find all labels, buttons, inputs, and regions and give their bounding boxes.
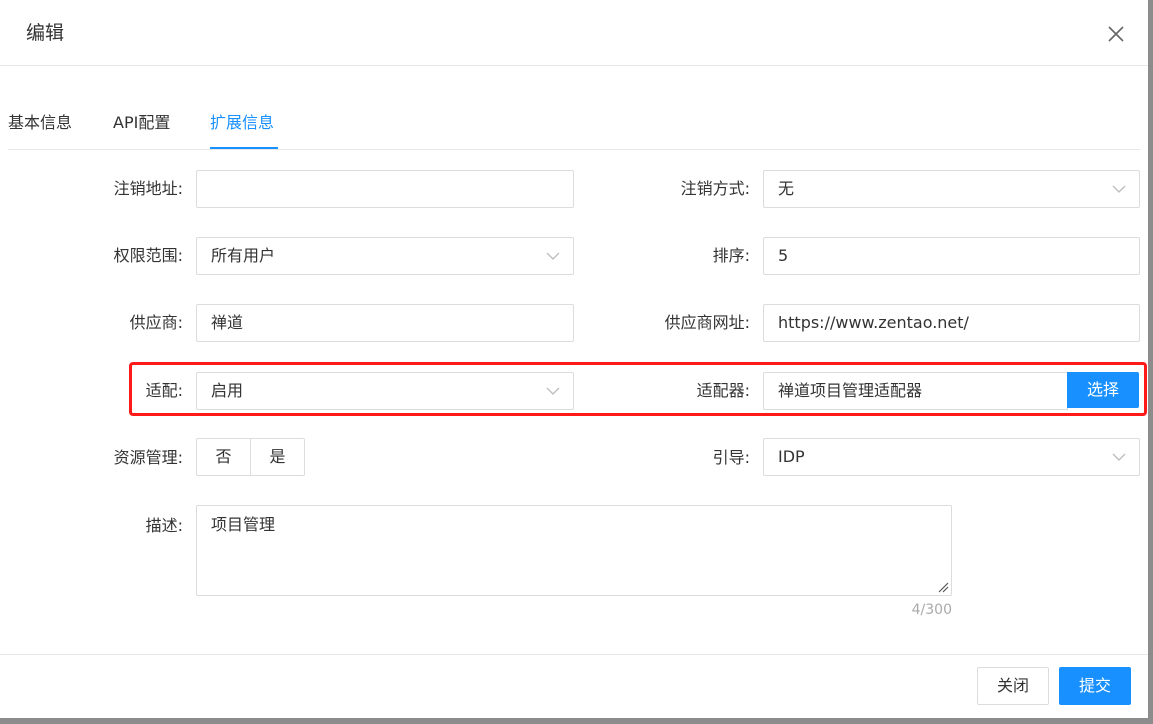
sort-input[interactable]: 5 xyxy=(763,237,1140,275)
close-button[interactable]: 关闭 xyxy=(977,667,1049,705)
tab-bar: 基本信息 API配置 扩展信息 xyxy=(8,100,1140,150)
vendor-input[interactable]: 禅道 xyxy=(196,304,574,342)
submit-button[interactable]: 提交 xyxy=(1059,667,1131,705)
footer-divider xyxy=(0,654,1148,655)
logout-method-label: 注销方式: xyxy=(680,179,750,198)
character-counter: 4/300 xyxy=(911,602,952,618)
sort-label: 排序: xyxy=(712,246,750,265)
guide-select[interactable]: IDP xyxy=(763,438,1140,476)
dialog-header: 编辑 xyxy=(0,0,1148,66)
vendor-url-label: 供应商网址: xyxy=(664,313,750,332)
description-value: 项目管理 xyxy=(211,515,276,534)
resource-management-label: 资源管理: xyxy=(113,448,183,467)
logout-url-label: 注销地址: xyxy=(113,179,183,198)
tab-basic-info[interactable]: 基本信息 xyxy=(8,112,72,134)
description-textarea[interactable]: 项目管理 xyxy=(196,505,952,596)
chevron-down-icon xyxy=(546,387,560,395)
close-icon[interactable] xyxy=(1104,22,1128,46)
chevron-down-icon xyxy=(546,252,560,260)
adapter-input[interactable]: 禅道项目管理适配器 xyxy=(763,372,1068,410)
description-label: 描述: xyxy=(145,516,183,535)
resource-management-no[interactable]: 否 xyxy=(196,438,251,476)
permission-scope-value: 所有用户 xyxy=(211,246,276,265)
chevron-down-icon xyxy=(1112,185,1126,193)
logout-url-input[interactable] xyxy=(196,170,574,208)
edit-dialog: 编辑 基本信息 API配置 扩展信息 注销地址: 注销方式: 无 权限范围: 所… xyxy=(0,0,1148,718)
adapt-label: 适配: xyxy=(145,381,183,400)
resize-handle-icon[interactable] xyxy=(937,581,949,593)
tab-extended-info[interactable]: 扩展信息 xyxy=(210,112,274,134)
dialog-title: 编辑 xyxy=(26,22,65,44)
chevron-down-icon xyxy=(1112,453,1126,461)
permission-scope-label: 权限范围: xyxy=(113,246,183,265)
choose-adapter-button[interactable]: 选择 xyxy=(1067,372,1139,408)
vendor-label: 供应商: xyxy=(129,313,183,332)
guide-value: IDP xyxy=(778,447,805,466)
vendor-url-input[interactable]: https://www.zentao.net/ xyxy=(763,304,1140,342)
active-tab-indicator xyxy=(210,147,278,149)
permission-scope-select[interactable]: 所有用户 xyxy=(196,237,574,275)
guide-label: 引导: xyxy=(712,448,750,467)
logout-method-value: 无 xyxy=(778,179,795,198)
adapter-label: 适配器: xyxy=(696,381,750,400)
resource-management-yes[interactable]: 是 xyxy=(250,438,305,476)
logout-method-select[interactable]: 无 xyxy=(763,170,1140,208)
adapt-select[interactable]: 启用 xyxy=(196,372,574,410)
adapt-value: 启用 xyxy=(211,381,244,400)
tab-api-config[interactable]: API配置 xyxy=(113,112,170,134)
